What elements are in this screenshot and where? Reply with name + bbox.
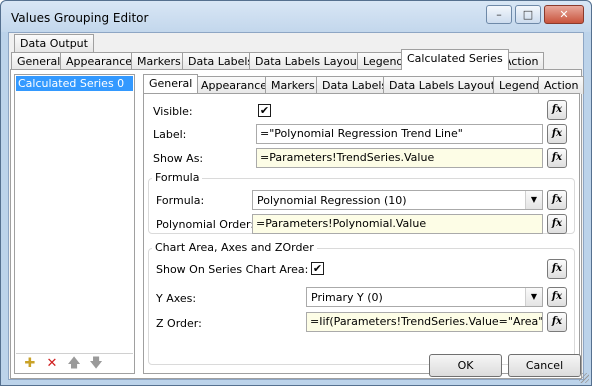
show-on-series-label: Show On Series Chart Area: xyxy=(156,263,309,276)
show-as-field[interactable]: =Parameters!TrendSeries.Value xyxy=(256,148,543,168)
inner-tab-action[interactable]: Action xyxy=(538,76,585,94)
polynomial-order-expression-button[interactable]: fx xyxy=(547,214,567,234)
show-as-label: Show As: xyxy=(153,152,204,165)
series-list[interactable]: Calculated Series 0 ✚ ✕ 🡅 🡇 xyxy=(14,74,135,374)
inner-tab-appearance[interactable]: Appearance xyxy=(195,76,274,94)
show-as-expression-button[interactable]: fx xyxy=(547,148,567,168)
window-title: Values Grouping Editor xyxy=(11,11,149,25)
chevron-down-icon[interactable]: ▼ xyxy=(525,288,542,306)
label-label: Label: xyxy=(153,128,187,141)
inner-tab-general[interactable]: General xyxy=(143,74,199,93)
title-bar: Values Grouping Editor – □ ✕ xyxy=(1,1,591,32)
formula-label: Formula: xyxy=(156,194,205,207)
series-list-toolbar: ✚ ✕ 🡅 🡇 xyxy=(16,353,133,373)
inner-tab-data-labels[interactable]: Data Labels xyxy=(316,76,394,94)
visible-expression-button[interactable]: fx xyxy=(547,100,567,120)
inner-tab-markers[interactable]: Markers xyxy=(265,76,321,94)
y-axes-dropdown-value: Primary Y (0) xyxy=(311,291,383,304)
polynomial-order-label: Polynomial Order: xyxy=(156,218,255,231)
show-on-series-expression-button[interactable]: fx xyxy=(547,259,567,279)
formula-group-title: Formula xyxy=(152,171,203,184)
formula-dropdown[interactable]: Polynomial Regression (10) ▼ xyxy=(252,190,543,210)
editor-window: Values Grouping Editor – □ ✕ Data Output… xyxy=(0,0,592,386)
label-expression-button[interactable]: fx xyxy=(547,124,567,144)
tab-appearance[interactable]: Appearance xyxy=(60,52,139,70)
chevron-down-icon[interactable]: ▼ xyxy=(525,191,542,209)
visible-label: Visible: xyxy=(153,105,193,118)
resize-grip[interactable] xyxy=(579,373,589,383)
polynomial-order-field[interactable]: =Parameters!Polynomial.Value xyxy=(252,214,543,234)
list-item[interactable]: Calculated Series 0 xyxy=(16,76,133,91)
tab-calculated-series[interactable]: Calculated Series xyxy=(401,49,509,70)
dialog-client-area: Data Output General Appearance Markers D… xyxy=(8,32,585,380)
y-axes-dropdown[interactable]: Primary Y (0) ▼ xyxy=(306,287,543,307)
cancel-button[interactable]: Cancel xyxy=(508,354,581,377)
label-field[interactable]: ="Polynomial Regression Trend Line" xyxy=(256,124,543,144)
maximize-button[interactable]: □ xyxy=(515,5,541,24)
series-editor: General Appearance Markers Data Labels D… xyxy=(143,74,585,374)
move-down-icon[interactable]: 🡇 xyxy=(88,356,104,372)
formula-dropdown-value: Polynomial Regression (10) xyxy=(257,194,407,207)
close-button[interactable]: ✕ xyxy=(544,5,584,24)
z-order-expression-button[interactable]: fx xyxy=(547,312,567,332)
y-axes-label: Y Axes: xyxy=(156,292,197,305)
z-order-label: Z Order: xyxy=(156,317,202,330)
visible-checkbox[interactable]: ✔ xyxy=(258,104,271,117)
formula-expression-button[interactable]: fx xyxy=(547,190,567,210)
tab-data-labels-layout[interactable]: Data Labels Layout xyxy=(249,52,368,70)
delete-icon[interactable]: ✕ xyxy=(44,356,60,372)
tab-general[interactable]: General xyxy=(11,52,67,70)
tab-data-output[interactable]: Data Output xyxy=(14,34,94,52)
ok-button[interactable]: OK xyxy=(429,354,502,377)
chart-area-group-title: Chart Area, Axes and ZOrder xyxy=(152,241,317,254)
minimize-button[interactable]: – xyxy=(486,5,512,24)
inner-tab-data-labels-layout[interactable]: Data Labels Layout xyxy=(383,76,502,94)
tab-markers[interactable]: Markers xyxy=(131,52,187,70)
new-icon[interactable]: ✚ xyxy=(22,356,38,372)
show-on-series-checkbox[interactable]: ✔ xyxy=(311,262,324,275)
y-axes-expression-button[interactable]: fx xyxy=(547,287,567,307)
z-order-field[interactable]: =Iif(Parameters!TrendSeries.Value="Area"… xyxy=(306,312,543,332)
tab-data-labels[interactable]: Data Labels xyxy=(182,52,260,70)
move-up-icon[interactable]: 🡅 xyxy=(66,356,82,372)
general-tab-panel: Visible: ✔ fx Label: ="Polynomial Regres… xyxy=(143,93,580,374)
